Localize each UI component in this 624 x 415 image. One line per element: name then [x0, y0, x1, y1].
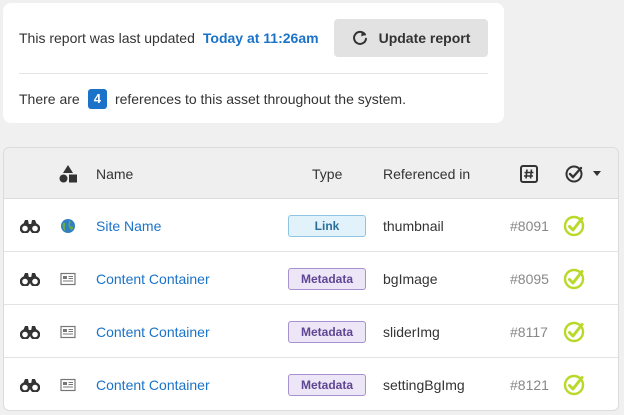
asset-id: #8095 [510, 270, 549, 287]
chevron-down-icon [593, 170, 601, 176]
refresh-icon [352, 30, 367, 45]
hash-icon [520, 164, 538, 183]
table-row: Content Container Metadata sliderImg #8117 [4, 305, 618, 358]
status-ok-icon [563, 374, 585, 396]
asset-name-link[interactable]: Content Container [96, 271, 210, 287]
status-ok-icon [563, 321, 585, 343]
references-count-badge: 4 [87, 89, 107, 109]
referenced-in-value: bgImage [383, 270, 438, 287]
asset-name-link[interactable]: Content Container [96, 377, 210, 393]
table-row: Site Name Link thumbnail #8091 [4, 199, 618, 252]
report-summary-card: This report was last updated Today at 11… [3, 3, 504, 123]
binoculars-icon [20, 219, 40, 233]
asset-name-link[interactable]: Site Name [96, 218, 161, 234]
status-ok-icon [563, 215, 585, 237]
preview-button[interactable] [20, 199, 40, 252]
type-badge: Link [288, 214, 366, 237]
referenced-in-column-header[interactable]: Referenced in [383, 148, 470, 199]
status-check-icon [565, 165, 583, 182]
asset-id: #8117 [510, 323, 548, 340]
type-column-header[interactable]: Type [312, 148, 342, 199]
globe-icon [60, 218, 76, 234]
type-badge: Metadata [288, 373, 366, 396]
asset-id: #8091 [510, 217, 549, 234]
asset-type-column-header [58, 148, 78, 199]
table-row: Content Container Metadata settingBgImg #81… [4, 358, 618, 410]
card-divider [19, 73, 488, 74]
asset-id-column-header[interactable] [520, 148, 538, 199]
container-icon [60, 325, 76, 339]
shapes-icon [59, 164, 77, 182]
last-updated-time: Today at 11:26am [202, 30, 319, 46]
update-report-button[interactable]: Update report [334, 19, 488, 57]
last-updated-row: This report was last updated Today at 11… [19, 19, 488, 57]
container-icon [60, 378, 76, 392]
referenced-in-value: thumbnail [383, 217, 444, 234]
table-row: Content Container Metadata bgImage #8095 [4, 252, 618, 305]
type-badge: Metadata [288, 320, 366, 343]
referenced-in-value: settingBgImg [383, 376, 465, 393]
asset-name-link[interactable]: Content Container [96, 324, 210, 340]
binoculars-icon [20, 378, 40, 392]
preview-button[interactable] [20, 305, 40, 358]
referenced-in-value: sliderImg [383, 323, 440, 340]
binoculars-icon [20, 272, 40, 286]
binoculars-icon [20, 325, 40, 339]
type-badge: Metadata [288, 267, 366, 290]
table-header: Name Type Referenced in [4, 148, 618, 199]
references-suffix: references to this asset throughout the … [114, 91, 406, 107]
last-updated-label: This report was last updated [19, 30, 195, 46]
status-column-header[interactable] [564, 148, 601, 199]
references-prefix: There are [19, 91, 80, 107]
preview-button[interactable] [20, 252, 40, 305]
name-column-header[interactable]: Name [96, 148, 133, 199]
references-table: Name Type Referenced in Site Name Link thu… [3, 147, 619, 411]
asset-id: #8121 [510, 376, 549, 393]
update-report-label: Update report [378, 30, 471, 46]
container-icon [60, 272, 76, 286]
references-summary: There are 4 references to this asset thr… [19, 89, 406, 109]
status-ok-icon [563, 268, 585, 290]
preview-button[interactable] [20, 358, 40, 410]
